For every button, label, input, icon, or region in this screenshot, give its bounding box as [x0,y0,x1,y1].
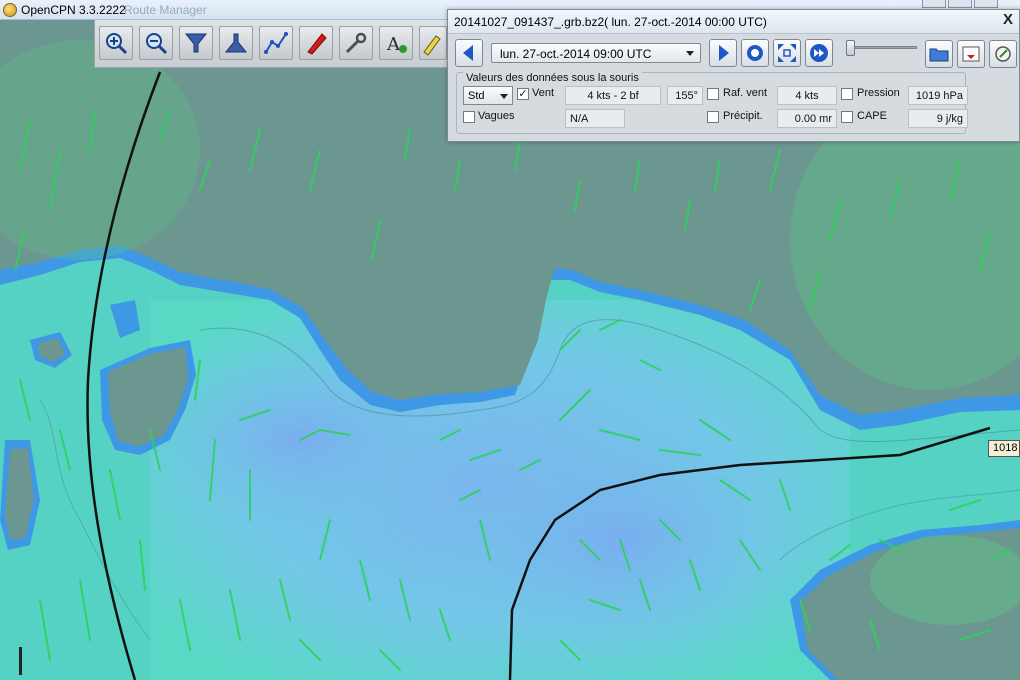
grib-settings-button[interactable] [989,40,1017,68]
funnel-down-icon [184,33,208,53]
pencil-icon [423,35,441,56]
precipit-checkbox[interactable] [707,111,719,123]
mouse-values-title: Valeurs des données sous la souris [463,72,642,84]
grib-dialog: 20141027_091437_.grb.bz2( lun. 27-oct.-2… [447,9,1020,142]
ghost-window-title: Route Manager [124,3,207,17]
rafales-value: 4 kts [777,86,837,105]
pression-checkbox[interactable] [841,88,853,100]
scale-bar [19,647,22,675]
scale-out-button[interactable] [219,26,253,60]
vent-label: Vent [532,87,555,99]
zoom-out-icon [146,33,168,55]
vagues-label: Vagues [478,110,515,122]
funnel-up-icon [224,33,248,53]
next-time-button[interactable] [709,39,737,67]
route-icon [264,32,288,54]
time-slider-track[interactable] [849,46,917,49]
now-button[interactable] [741,39,769,67]
maximize-button[interactable] [948,0,972,8]
zoom-out-button[interactable] [139,26,173,60]
minimize-button[interactable] [922,0,946,8]
play-button[interactable] [805,39,833,67]
grib-titlebar: 20141027_091437_.grb.bz2( lun. 27-oct.-2… [448,10,1019,34]
route-button[interactable] [259,26,293,60]
boat-icon [307,33,327,55]
zoom-in-button[interactable] [99,26,133,60]
vent-speed-value: 4 kts - 2 bf [565,86,661,105]
arrow-right-icon [719,45,729,61]
time-slider-thumb[interactable] [846,40,855,56]
pression-value: 1019 hPa [908,86,968,105]
cape-label: CAPE [857,110,887,122]
chevron-down-icon [686,51,694,56]
altitude-select[interactable]: Std [463,86,513,105]
window-title: OpenCPN 3.3.2222 [21,3,126,17]
cape-value: 9 j/kg [908,109,968,128]
svg-text:A: A [386,34,401,55]
fast-forward-icon [810,44,828,62]
cape-checkbox[interactable] [841,111,853,123]
route-waypoint-label[interactable]: 1018 [988,440,1020,457]
vagues-checkbox[interactable] [463,111,475,123]
settings-icon [995,46,1011,62]
vagues-value: N/A [565,109,625,128]
rafales-checkbox[interactable] [707,88,719,100]
text-a-icon: A [386,34,407,55]
mouse-values-panel: Valeurs des données sous la souris Std ✓… [456,72,968,134]
arrow-left-icon [463,45,473,61]
tide-button[interactable] [419,26,447,60]
wrench-icon [345,32,367,54]
boat-button[interactable] [299,26,333,60]
grib-file-title: 20141027_091437_.grb.bz2( lun. 27-oct.-2… [454,15,767,29]
close-window-button[interactable] [974,0,998,8]
precipit-label: Précipit. [723,110,763,122]
time-select[interactable]: lun. 27-oct.-2014 09:00 UTC [491,43,701,63]
grib-close-button[interactable]: X [1003,11,1013,28]
settings-button[interactable] [339,26,373,60]
folder-icon [929,48,949,62]
request-button[interactable] [957,40,985,68]
clock-icon [747,45,763,61]
chevron-down-icon [500,94,508,99]
opencpn-app-icon [3,3,17,17]
open-file-button[interactable] [925,40,953,68]
pression-label: Pression [857,87,900,99]
prev-time-button[interactable] [455,39,483,67]
scale-in-button[interactable] [179,26,213,60]
rafales-label: Raf. vent [723,87,768,99]
request-icon [962,46,980,62]
expand-icon [778,44,796,62]
precipit-value: 0.00 mr [777,109,837,128]
grib-right-buttons [925,40,1019,70]
zoom-to-grib-button[interactable] [773,39,801,67]
altitude-select-value: Std [468,90,485,102]
text-button[interactable]: A [379,26,413,60]
vent-direction-value: 155° [667,86,703,105]
zoom-in-icon [106,33,128,55]
time-select-value: lun. 27-oct.-2014 09:00 UTC [500,47,652,61]
main-toolbar: A [94,20,450,68]
vent-checkbox[interactable]: ✓ [517,88,529,100]
